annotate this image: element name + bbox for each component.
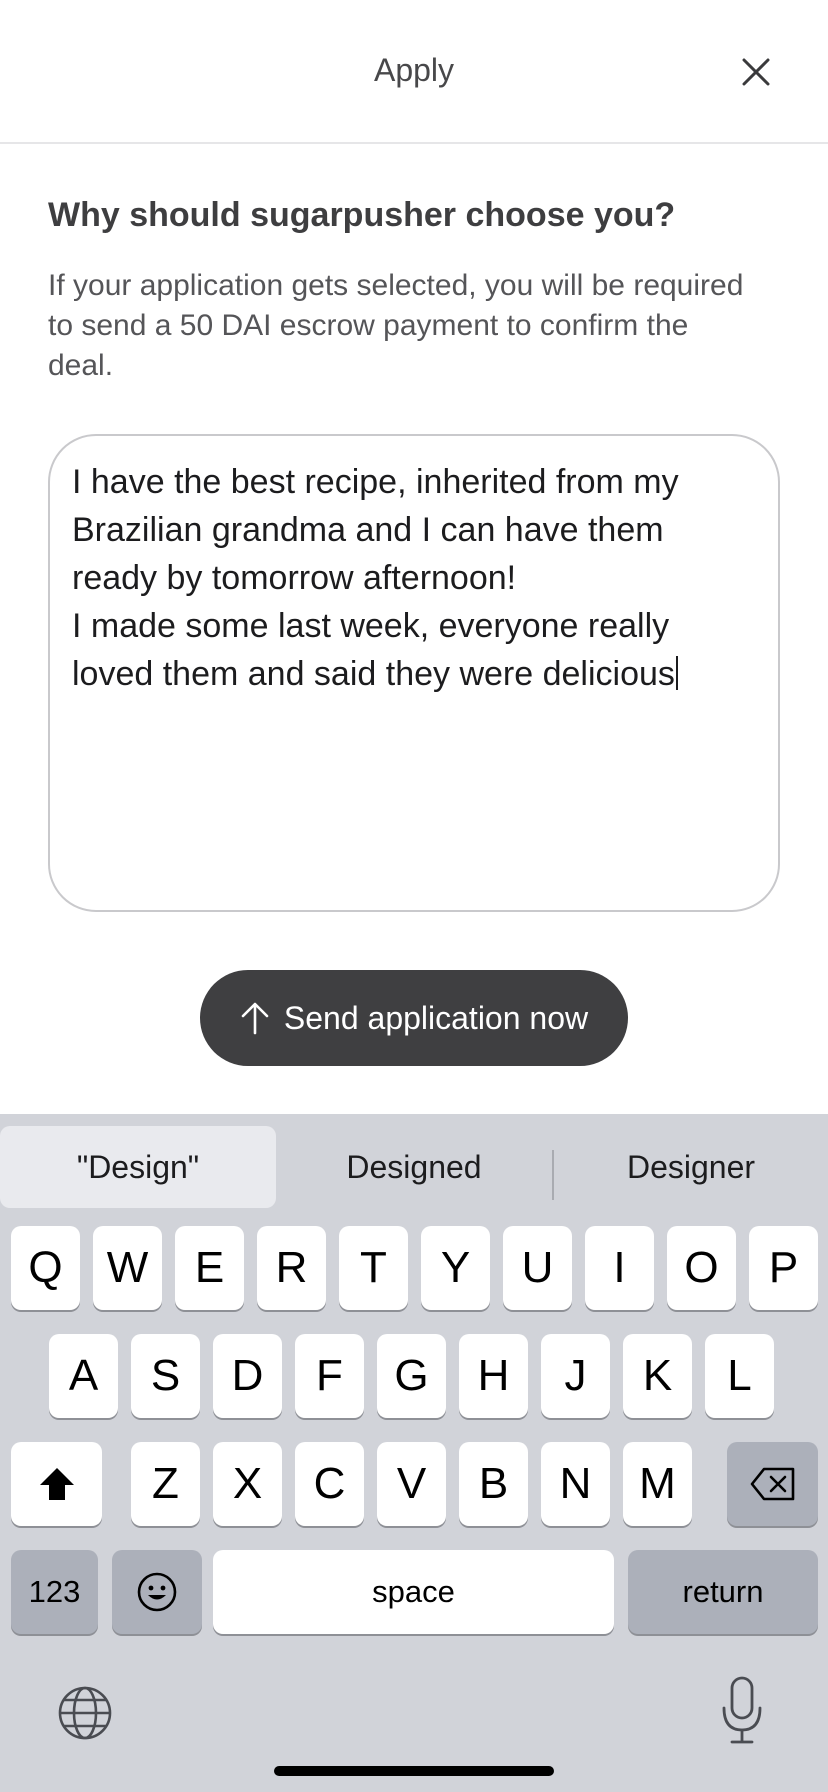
key-h[interactable]: H — [459, 1334, 528, 1418]
key-x[interactable]: X — [213, 1442, 282, 1526]
key-w[interactable]: W — [93, 1226, 162, 1310]
space-key[interactable]: space — [213, 1550, 614, 1634]
key-c[interactable]: C — [295, 1442, 364, 1526]
numbers-key[interactable]: 123 — [11, 1550, 98, 1634]
key-i[interactable]: I — [585, 1226, 654, 1310]
question-heading: Why should sugarpusher choose you? — [48, 196, 676, 234]
backspace-key[interactable] — [727, 1442, 818, 1526]
key-s[interactable]: S — [131, 1334, 200, 1418]
emoji-key[interactable] — [112, 1550, 202, 1634]
key-g[interactable]: G — [377, 1334, 446, 1418]
key-z[interactable]: Z — [131, 1442, 200, 1526]
key-t[interactable]: T — [339, 1226, 408, 1310]
home-indicator — [274, 1766, 554, 1776]
send-application-label: Send application now — [283, 999, 589, 1036]
backspace-icon — [750, 1467, 794, 1501]
key-r[interactable]: R — [257, 1226, 326, 1310]
close-icon — [742, 58, 770, 86]
application-message-text: I have the best recipe, inherited from m… — [72, 463, 679, 693]
globe-button[interactable] — [56, 1684, 114, 1742]
shift-key[interactable] — [11, 1442, 102, 1526]
shift-icon — [39, 1468, 74, 1500]
key-f[interactable]: F — [295, 1334, 364, 1418]
return-key[interactable]: return — [628, 1550, 818, 1634]
key-o[interactable]: O — [667, 1226, 736, 1310]
key-y[interactable]: Y — [421, 1226, 490, 1310]
key-m[interactable]: M — [623, 1442, 692, 1526]
key-v[interactable]: V — [377, 1442, 446, 1526]
close-button[interactable] — [734, 50, 778, 94]
send-application-button[interactable]: Send application now — [200, 970, 628, 1066]
emoji-icon — [137, 1572, 177, 1612]
globe-icon — [58, 1686, 112, 1740]
key-j[interactable]: J — [541, 1334, 610, 1418]
arrow-up-icon — [241, 1002, 269, 1035]
key-d[interactable]: D — [213, 1334, 282, 1418]
key-a[interactable]: A — [49, 1334, 118, 1418]
page-title: Apply — [373, 52, 455, 88]
header: Apply — [0, 0, 828, 144]
keyboard: "Design" Designed Designer Q W E R T Y U… — [0, 1114, 828, 1792]
key-q[interactable]: Q — [11, 1226, 80, 1310]
key-n[interactable]: N — [541, 1442, 610, 1526]
text-caret — [675, 656, 678, 690]
key-b[interactable]: B — [459, 1442, 528, 1526]
application-message-input[interactable]: I have the best recipe, inherited from m… — [48, 434, 780, 912]
dictation-button[interactable] — [720, 1676, 764, 1746]
key-l[interactable]: L — [705, 1334, 774, 1418]
key-p[interactable]: P — [749, 1226, 818, 1310]
key-e[interactable]: E — [175, 1226, 244, 1310]
suggestion-2[interactable]: Designer — [554, 1126, 828, 1208]
key-k[interactable]: K — [623, 1334, 692, 1418]
suggestion-1[interactable]: Designed — [276, 1126, 552, 1208]
microphone-icon — [722, 1676, 762, 1744]
suggestion-0[interactable]: "Design" — [0, 1126, 276, 1208]
escrow-description: If your application gets selected, you w… — [48, 269, 744, 382]
suggestion-bar: "Design" Designed Designer — [0, 1114, 828, 1208]
key-u[interactable]: U — [503, 1226, 572, 1310]
